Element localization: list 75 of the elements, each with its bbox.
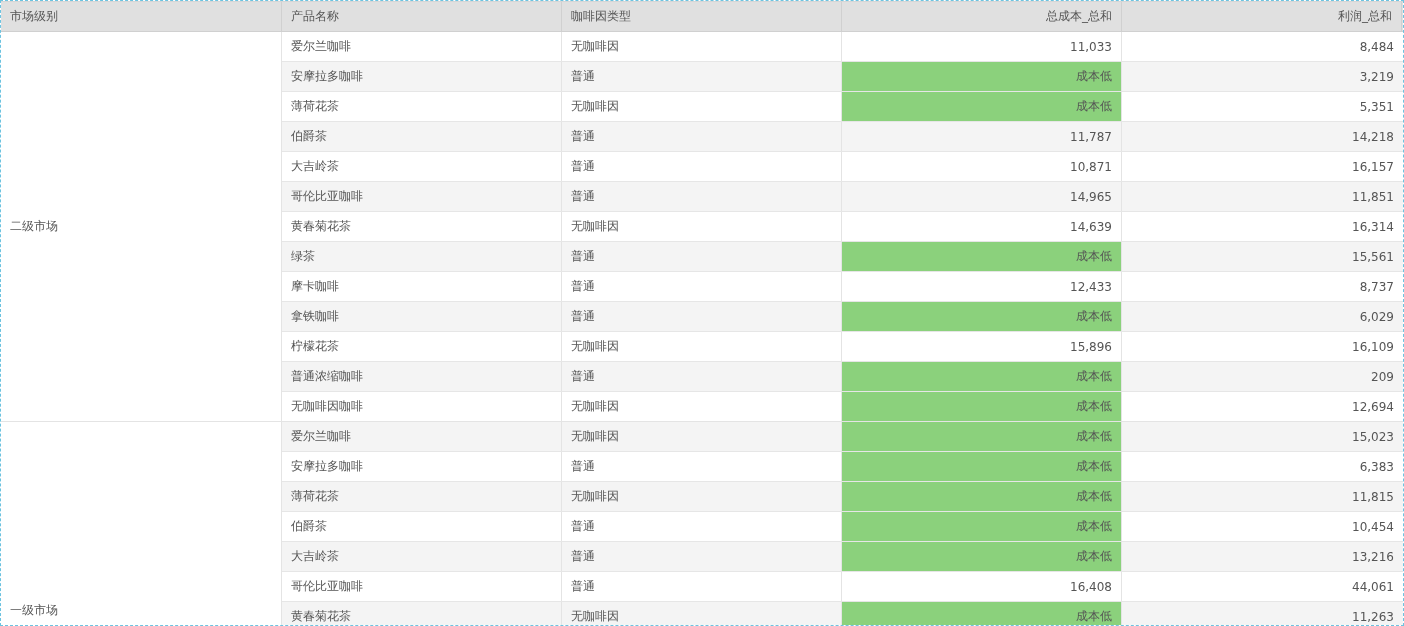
table-cell-text: 16,157 bbox=[1351, 158, 1395, 176]
table-cell-text: 16,314 bbox=[1351, 218, 1395, 236]
table-cell: 绿茶 bbox=[282, 242, 562, 271]
highlighted-cell: 成本低 bbox=[842, 62, 1122, 91]
table-cell-text: 16,109 bbox=[1351, 338, 1395, 356]
highlighted-cell: 成本低 bbox=[842, 602, 1122, 625]
table-cell: 14,965 bbox=[842, 182, 1122, 211]
table-cell-text: 11,815 bbox=[1351, 488, 1395, 506]
table-cell: 普通 bbox=[562, 182, 842, 211]
column-header: 产品名称 bbox=[282, 2, 562, 31]
table-cell: 无咖啡因咖啡 bbox=[282, 392, 562, 421]
table-cell-text: 3,219 bbox=[1358, 68, 1395, 86]
table-cell-text: 6,383 bbox=[1358, 458, 1395, 476]
table-cell-text: 11,851 bbox=[1351, 188, 1395, 206]
column-header: 总成本_总和 bbox=[842, 2, 1122, 31]
table-cell-text: 10,454 bbox=[1351, 518, 1395, 536]
table-cell-text: 44,061 bbox=[1351, 578, 1395, 596]
table-cell: 普通 bbox=[562, 122, 842, 151]
table-cell-text: 11,263 bbox=[1351, 608, 1395, 625]
table-cell: 拿铁咖啡 bbox=[282, 302, 562, 331]
table-cell: 16,408 bbox=[842, 572, 1122, 601]
highlighted-cell: 成本低 bbox=[842, 542, 1122, 571]
highlighted-cell: 成本低 bbox=[842, 392, 1122, 421]
table-cell: 普通 bbox=[562, 572, 842, 601]
table-cell: 柠檬花茶 bbox=[282, 332, 562, 361]
table-cell-text: 8,737 bbox=[1358, 278, 1395, 296]
table-cell: 黄春菊花茶 bbox=[282, 602, 562, 625]
column-header: 利润_总和 bbox=[1122, 2, 1402, 31]
table-cell: 11,033 bbox=[842, 32, 1122, 61]
table-cell: 普通浓缩咖啡 bbox=[282, 362, 562, 391]
table-cell: 哥伦比亚咖啡 bbox=[282, 182, 562, 211]
table-cell: 伯爵茶 bbox=[282, 512, 562, 541]
highlighted-cell: 成本低 bbox=[842, 242, 1122, 271]
table-cell: 14,639 bbox=[842, 212, 1122, 241]
table-cell: 伯爵茶 bbox=[282, 122, 562, 151]
table-cell: 薄荷花茶 bbox=[282, 482, 562, 511]
table-cell: 大吉岭茶 bbox=[282, 542, 562, 571]
table-cell: 安摩拉多咖啡 bbox=[282, 452, 562, 481]
table-cell: 安摩拉多咖啡 bbox=[282, 62, 562, 91]
table-cell-text: 12,694 bbox=[1351, 398, 1395, 416]
highlighted-cell: 成本低 bbox=[842, 302, 1122, 331]
table-cell-text: 15,561 bbox=[1351, 248, 1395, 266]
table-cell-text: 14,218 bbox=[1351, 128, 1395, 146]
table-cell-text: 6,029 bbox=[1358, 308, 1395, 326]
table-cell: 普通 bbox=[562, 152, 842, 181]
highlighted-cell: 成本低 bbox=[842, 482, 1122, 511]
highlighted-cell: 成本低 bbox=[842, 512, 1122, 541]
table-cell: 无咖啡因 bbox=[562, 332, 842, 361]
table-cell: 爱尔兰咖啡 bbox=[282, 422, 562, 451]
column-header: 市场级别 bbox=[1, 2, 282, 31]
table-cell-text: 8,484 bbox=[1358, 38, 1395, 56]
column-header: 咖啡因类型 bbox=[562, 2, 842, 31]
highlighted-cell: 成本低 bbox=[842, 452, 1122, 481]
table-cell: 10,871 bbox=[842, 152, 1122, 181]
table-cell: 15,896 bbox=[842, 332, 1122, 361]
table-cell: 二级市场 bbox=[10, 218, 58, 235]
table-cell: 普通 bbox=[562, 272, 842, 301]
highlighted-cell: 成本低 bbox=[842, 422, 1122, 451]
table-cell-text: 5,351 bbox=[1358, 98, 1395, 116]
table-cell-text: 13,216 bbox=[1351, 548, 1395, 566]
table-cell: 大吉岭茶 bbox=[282, 152, 562, 181]
table-cell: 一级市场 bbox=[10, 602, 58, 619]
table-cell: 11,787 bbox=[842, 122, 1122, 151]
table-cell: 黄春菊花茶 bbox=[282, 212, 562, 241]
table-cell: 摩卡咖啡 bbox=[282, 272, 562, 301]
table-cell-text: 209 bbox=[1370, 368, 1395, 386]
table-cell: 12,433 bbox=[842, 272, 1122, 301]
highlighted-cell: 成本低 bbox=[842, 362, 1122, 391]
table-cell: 哥伦比亚咖啡 bbox=[282, 572, 562, 601]
table-cell: 爱尔兰咖啡 bbox=[282, 32, 562, 61]
table-cell: 无咖啡因 bbox=[562, 32, 842, 61]
highlighted-cell: 成本低 bbox=[842, 92, 1122, 121]
table-cell: 薄荷花茶 bbox=[282, 92, 562, 121]
table-cell-text: 15,023 bbox=[1351, 428, 1395, 446]
table-cell: 无咖啡因 bbox=[562, 212, 842, 241]
